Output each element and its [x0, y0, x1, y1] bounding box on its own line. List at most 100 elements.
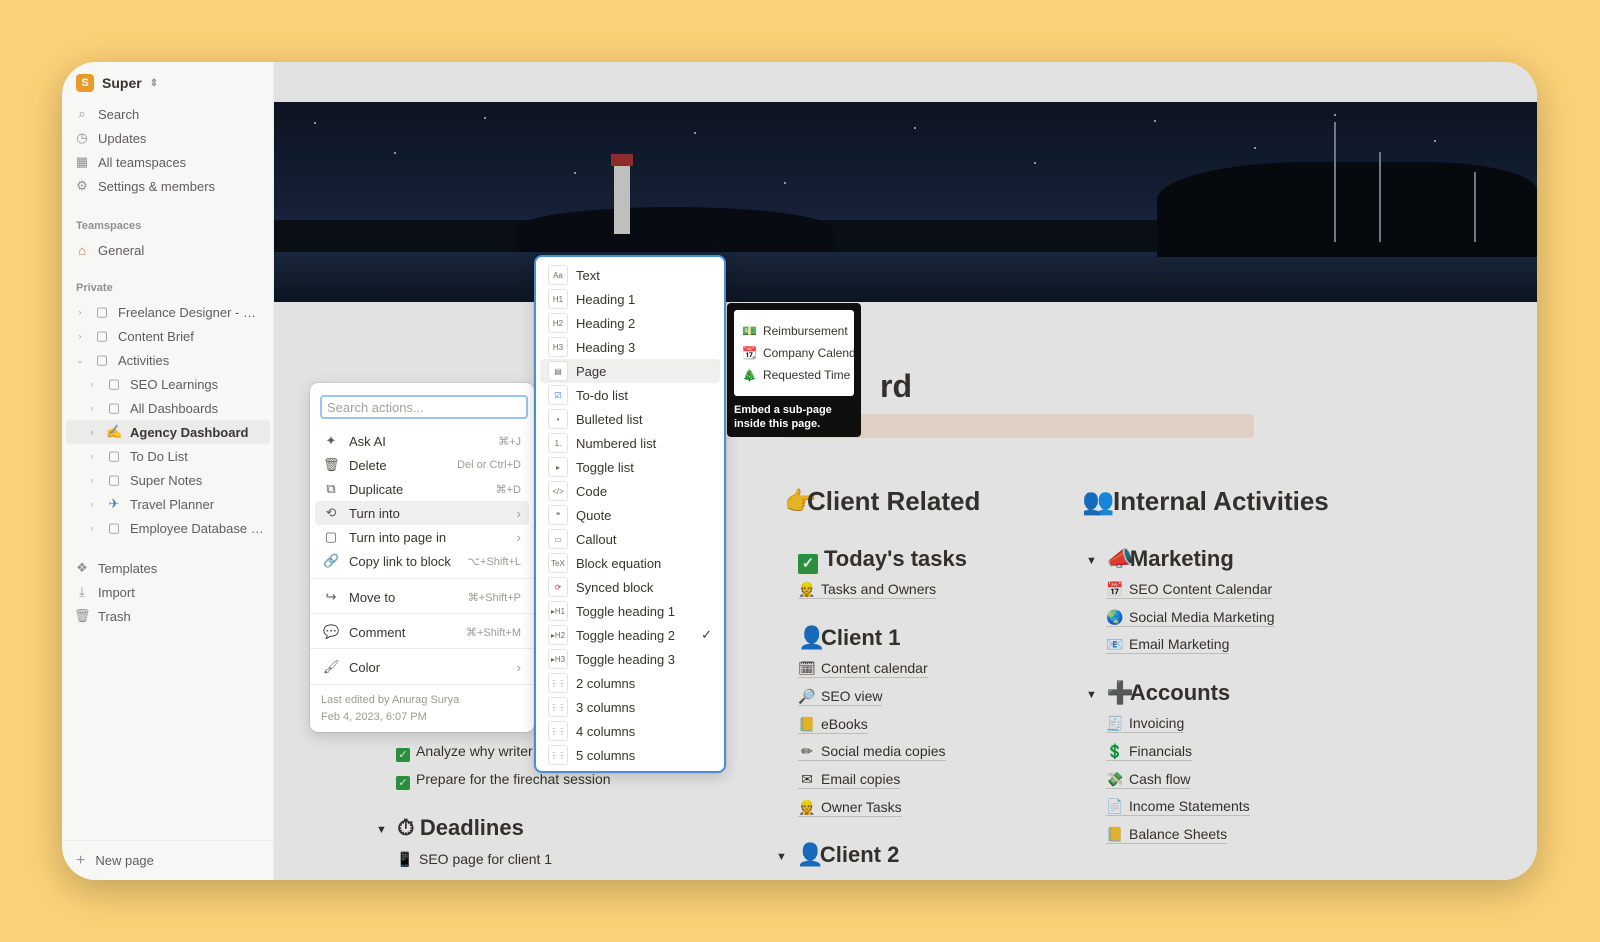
heading-2-icon: H2	[548, 313, 568, 333]
quote-icon: ❝	[548, 505, 568, 525]
search-actions-input[interactable]	[320, 395, 528, 419]
synced-block-icon: ⟳	[548, 577, 568, 597]
sidebar-page-agency-dashboard[interactable]: › ✍ Agency Dashboard	[66, 420, 270, 444]
plus-icon: +	[76, 851, 86, 869]
turn-into-numbered-list[interactable]: 1. Numbered list	[540, 431, 720, 455]
turn-into-heading-3[interactable]: H3 Heading 3	[540, 335, 720, 359]
sidebar-page-all-dashboards[interactable]: › ▢ All Dashboards	[74, 396, 264, 420]
chevron-right-icon[interactable]: ›	[86, 451, 98, 461]
chevron-right-icon: ›	[516, 529, 521, 545]
sidebar-page-to-do-list[interactable]: › ▢ To Do List	[74, 444, 264, 468]
chevron-right-icon[interactable]: ›	[86, 403, 98, 413]
turn-into-menu: Aa Text H1 Heading 1 H2 Heading 2 H3 Heading…	[534, 255, 726, 773]
sidebar-page-activities[interactable]: ⌄ ▢ Activities	[74, 348, 264, 372]
page-icon: ▢	[107, 376, 121, 391]
turn-into-toggle-list[interactable]: ▸ Toggle list	[540, 455, 720, 479]
grid-icon: ▦	[75, 154, 89, 169]
turn-into-4-columns[interactable]: ⋮⋮ 4 columns	[540, 719, 720, 743]
turn-into-icon: ⟲	[325, 505, 337, 520]
columns-icon: ⋮⋮	[548, 721, 568, 741]
turn-into-page[interactable]: ▤ Page	[540, 359, 720, 383]
sidebar-import[interactable]: ⤓ Import	[74, 580, 264, 604]
new-page-button[interactable]: + New page	[62, 840, 273, 880]
preview-row: 📆 Company Calend	[742, 346, 854, 360]
sidebar-templates[interactable]: ❖ Templates	[74, 556, 264, 580]
chevron-right-icon[interactable]: ›	[86, 379, 98, 389]
private-heading: Private	[76, 282, 113, 294]
turn-into-bulleted-list[interactable]: • Bulleted list	[540, 407, 720, 431]
turn-into-code[interactable]: </> Code	[540, 479, 720, 503]
comment-icon: 💬	[323, 624, 340, 639]
chevron-right-icon: ›	[516, 505, 521, 521]
page-icon: ▤	[548, 361, 568, 381]
turn-into-5-columns[interactable]: ⋮⋮ 5 columns	[540, 743, 720, 767]
sidebar-page-employee-database[interactable]: › ▢ Employee Database - ...	[74, 516, 265, 540]
heading-3-icon: H3	[548, 337, 568, 357]
preview-row: 💵 Reimbursement	[742, 324, 848, 338]
house-icon: ⌂	[78, 242, 86, 258]
turn-into-block-equation[interactable]: TeX Block equation	[540, 551, 720, 575]
action-comment[interactable]: 💬 Comment ⌘+Shift+M	[315, 620, 529, 644]
gear-icon: ⚙	[76, 178, 88, 193]
action-ask-ai[interactable]: ✦ Ask AI ⌘+J	[315, 429, 529, 453]
code-icon: </>	[548, 481, 568, 501]
sidebar-page-super-notes[interactable]: › ▢ Super Notes	[74, 468, 264, 492]
sidebar-all-teamspaces[interactable]: ▦ All teamspaces	[74, 150, 264, 174]
menu-divider	[310, 613, 534, 614]
action-move-to[interactable]: ↪ Move to ⌘+Shift+P	[315, 585, 529, 609]
turn-into-heading-1[interactable]: H1 Heading 1	[540, 287, 720, 311]
tooltip-text: Embed a sub-page inside this page.	[734, 404, 832, 430]
sidebar-page-travel-planner[interactable]: › ✈ Travel Planner	[74, 492, 264, 516]
last-edited-by: Last edited by Anurag Surya	[321, 694, 460, 706]
columns-icon: ⋮⋮	[548, 697, 568, 717]
turn-into-todo-list[interactable]: ☑ To-do list	[540, 383, 720, 407]
turn-into-heading-2[interactable]: H2 Heading 2	[540, 311, 720, 335]
sidebar-page-content-brief[interactable]: › ▢ Content Brief	[74, 324, 264, 348]
turn-into-text[interactable]: Aa Text	[540, 263, 720, 287]
chevron-right-icon[interactable]: ›	[74, 307, 86, 317]
sidebar-trash[interactable]: 🗑 Trash	[74, 604, 264, 628]
turn-into-toggle-heading-3[interactable]: ▸H3 Toggle heading 3	[540, 647, 720, 671]
tooltip-preview-card: 💵 Reimbursement 📆 Company Calend 🎄 Requeste…	[734, 310, 854, 396]
action-turn-into-page-in[interactable]: ▢ Turn into page in ›	[315, 525, 529, 549]
menu-divider	[310, 578, 534, 579]
turn-into-toggle-heading-2[interactable]: ▸H2 Toggle heading 2 ✓	[540, 623, 720, 647]
chevron-right-icon[interactable]: ›	[86, 499, 98, 509]
page-icon: ▢	[95, 352, 109, 367]
last-edited-at: Feb 4, 2023, 6:07 PM	[321, 711, 427, 723]
sidebar-updates[interactable]: ◷ Updates	[74, 126, 264, 150]
turn-into-3-columns[interactable]: ⋮⋮ 3 columns	[540, 695, 720, 719]
chevron-right-icon[interactable]: ›	[74, 331, 86, 341]
action-copy-link[interactable]: 🔗 Copy link to block ⌥+Shift+L	[315, 549, 529, 573]
airplane-icon: ✈	[108, 496, 120, 511]
preview-row: 🎄 Requested Time	[742, 368, 851, 382]
sidebar-teamspace-general[interactable]: ⌂ General	[74, 238, 264, 262]
chevron-right-icon[interactable]: ›	[86, 427, 98, 437]
callout-icon: ▭	[548, 529, 568, 549]
sidebar-page-freelance[interactable]: › ▢ Freelance Designer - Cli...	[74, 300, 265, 324]
chevron-down-icon[interactable]: ⌄	[74, 355, 86, 366]
sidebar-search[interactable]: ⌕ Search	[74, 102, 264, 126]
block-actions-menu: ✦ Ask AI ⌘+J 🗑 Delete Del or Ctrl+D ⧉ Du…	[310, 383, 534, 732]
turn-into-callout[interactable]: ▭ Callout	[540, 527, 720, 551]
trash-icon: 🗑	[74, 608, 91, 623]
chevron-right-icon[interactable]: ›	[86, 523, 98, 533]
action-turn-into[interactable]: ⟲ Turn into ›	[315, 501, 529, 525]
toggle-heading-3-icon: ▸H3	[548, 649, 568, 669]
action-duplicate[interactable]: ⧉ Duplicate ⌘+D	[315, 477, 529, 501]
menu-divider	[310, 684, 534, 685]
workspace-switcher[interactable]: S Super ⇕	[76, 74, 158, 92]
turn-into-toggle-heading-1[interactable]: ▸H1 Toggle heading 1	[540, 599, 720, 623]
sidebar-settings[interactable]: ⚙ Settings & members	[74, 174, 264, 198]
page-icon: ▢	[107, 400, 121, 415]
turn-into-quote[interactable]: ❝ Quote	[540, 503, 720, 527]
sidebar-page-seo-learnings[interactable]: › ▢ SEO Learnings	[74, 372, 264, 396]
toggle-heading-1-icon: ▸H1	[548, 601, 568, 621]
turn-into-2-columns[interactable]: ⋮⋮ 2 columns	[540, 671, 720, 695]
turn-into-synced-block[interactable]: ⟳ Synced block	[540, 575, 720, 599]
action-delete[interactable]: 🗑 Delete Del or Ctrl+D	[315, 453, 529, 477]
action-color[interactable]: 🖌 Color ›	[315, 655, 529, 679]
todo-icon: ☑	[548, 385, 568, 405]
page-icon: ▢	[107, 448, 121, 463]
chevron-right-icon[interactable]: ›	[86, 475, 98, 485]
